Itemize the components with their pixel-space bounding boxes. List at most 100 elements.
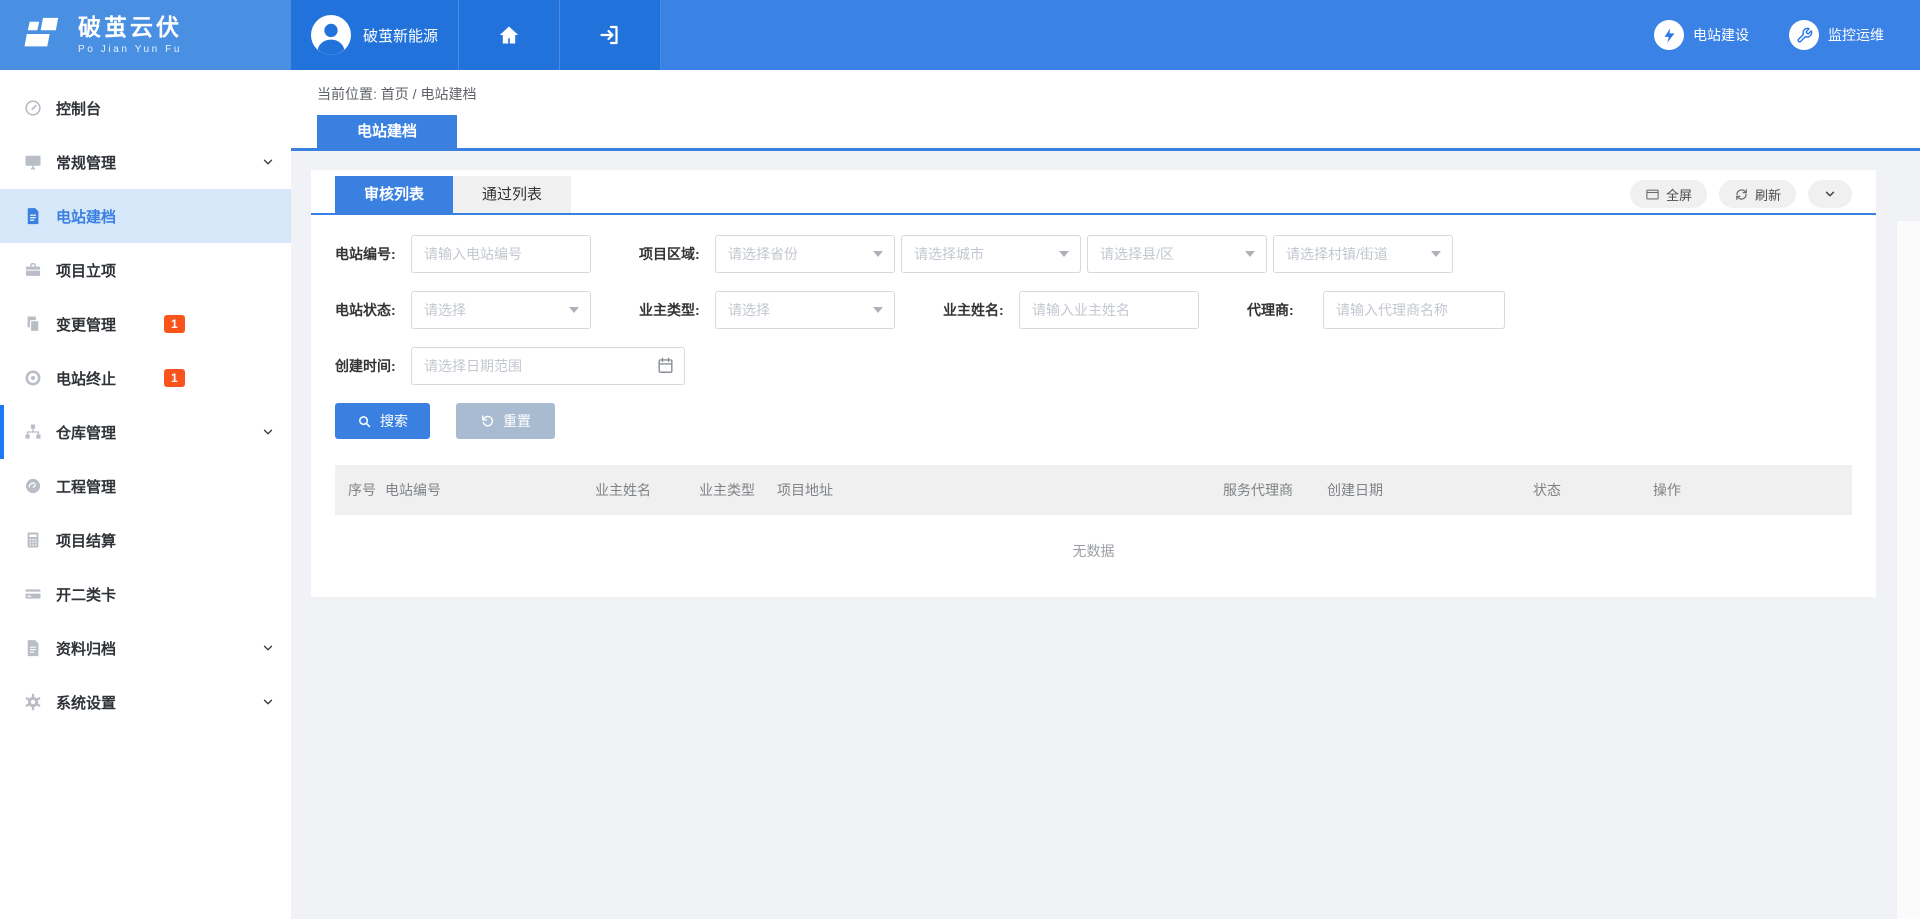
col-seq: 序号 <box>335 465 379 515</box>
refresh-button[interactable]: 刷新 <box>1719 180 1796 208</box>
results-table-wrap: 序号 电站编号 业主姓名 业主类型 项目地址 服务代理商 创建日期 状态 操作 <box>335 465 1852 597</box>
nav-monitor-ops-label: 监控运维 <box>1828 25 1884 45</box>
app-root: 破茧云伏 Po Jian Yun Fu 破茧新能源 <box>0 0 1920 919</box>
owner-type-select[interactable]: 请选择 <box>715 291 895 329</box>
collapse-toggle-button[interactable] <box>1808 180 1852 208</box>
field-agent: 代理商: <box>1247 291 1505 329</box>
user-menu[interactable]: 破茧新能源 <box>291 0 459 70</box>
sidebar-item-open-class2-card[interactable]: 开二类卡 <box>0 567 291 621</box>
owner-name-input[interactable] <box>1019 291 1199 329</box>
sitemap-icon <box>23 422 43 442</box>
panel-tools: 全屏 刷新 <box>1630 180 1852 208</box>
breadcrumb-home-link[interactable]: 首页 <box>381 86 409 102</box>
chevron-down-icon <box>1823 187 1837 201</box>
card-icon <box>23 584 43 604</box>
sidebar-item-warehouse-mgmt[interactable]: 仓库管理 <box>0 405 291 459</box>
station-no-input[interactable] <box>411 235 591 273</box>
layout: 控制台 常规管理 <box>0 70 1920 919</box>
col-owner-name: 业主姓名 <box>589 465 693 515</box>
town-select[interactable]: 请选择村镇/街道 <box>1273 235 1453 273</box>
field-station-no: 电站编号: <box>335 235 591 273</box>
status-badge: 1 <box>164 315 185 333</box>
chevron-down-icon <box>261 641 275 655</box>
table-header: 序号 电站编号 业主姓名 业主类型 项目地址 服务代理商 创建日期 状态 操作 <box>335 465 1852 515</box>
sign-in-icon <box>598 23 622 47</box>
sidebar-item-general-mgmt[interactable]: 常规管理 <box>0 135 291 189</box>
filter-actions: 搜索 重置 <box>335 403 1852 439</box>
nav-station-build[interactable]: 电站建设 <box>1654 20 1749 50</box>
nav-station-build-label: 电站建设 <box>1693 25 1749 45</box>
sidebar-item-project-settlement[interactable]: 项目结算 <box>0 513 291 567</box>
city-select[interactable]: 请选择城市 <box>901 235 1081 273</box>
page-tab-station-filing[interactable]: 电站建档 <box>317 115 457 148</box>
breadcrumb: 当前位置: 首页 / 电站建档 <box>291 84 1920 115</box>
col-station-no: 电站编号 <box>379 465 589 515</box>
sidebar-item-station-filing[interactable]: 电站建档 <box>0 189 291 243</box>
content: 审核列表 通过列表 全屏 <box>291 151 1920 597</box>
county-select[interactable]: 请选择县/区 <box>1087 235 1267 273</box>
reset-icon <box>480 414 495 429</box>
scrollbar-track[interactable] <box>1896 221 1920 919</box>
calculator-icon <box>23 530 43 550</box>
panel-card: 审核列表 通过列表 全屏 <box>311 170 1876 597</box>
caret-down-icon <box>1431 251 1441 257</box>
field-station-status: 电站状态: 请选择 <box>335 291 591 329</box>
monitor-icon <box>23 152 43 172</box>
province-select[interactable]: 请选择省份 <box>715 235 895 273</box>
sidebar-item-station-termination[interactable]: 电站终止 1 <box>0 351 291 405</box>
results-table: 序号 电站编号 业主姓名 业主类型 项目地址 服务代理商 创建日期 状态 操作 <box>335 465 1852 591</box>
lightning-icon <box>1654 20 1684 50</box>
caret-down-icon <box>873 251 883 257</box>
company-name: 破茧新能源 <box>363 25 438 46</box>
sidebar-item-data-archive[interactable]: 资料归档 <box>0 621 291 675</box>
col-created-date: 创建日期 <box>1321 465 1527 515</box>
fullscreen-icon <box>1645 187 1660 202</box>
col-service-agent: 服务代理商 <box>1217 465 1321 515</box>
gear-icon <box>23 692 43 712</box>
chevron-down-icon <box>261 155 275 169</box>
date-range-picker[interactable] <box>411 347 685 385</box>
col-status: 状态 <box>1527 465 1647 515</box>
field-created-time: 创建时间: <box>335 347 685 385</box>
sidebar: 控制台 常规管理 <box>0 70 291 919</box>
sign-in-button[interactable] <box>560 0 661 70</box>
wrench-icon <box>1789 20 1819 50</box>
brand-logo: 破茧云伏 Po Jian Yun Fu <box>0 0 291 70</box>
sidebar-item-system-settings[interactable]: 系统设置 <box>0 675 291 729</box>
tab-passed-list[interactable]: 通过列表 <box>453 176 571 213</box>
home-icon <box>497 23 521 47</box>
owner-type-label: 业主类型: <box>639 300 715 320</box>
tab-review-list[interactable]: 审核列表 <box>335 176 453 213</box>
brand-subtitle: Po Jian Yun Fu <box>78 44 182 55</box>
caret-down-icon <box>873 307 883 313</box>
sidebar-item-console[interactable]: 控制台 <box>0 81 291 135</box>
topbar: 当前位置: 首页 / 电站建档 电站建档 <box>291 70 1920 151</box>
search-button[interactable]: 搜索 <box>335 403 430 439</box>
reset-button[interactable]: 重置 <box>456 403 555 439</box>
gauge-icon <box>23 476 43 496</box>
filter-row-2: 电站状态: 请选择 业主类型: 请选择 <box>335 291 1852 329</box>
file-text-icon <box>23 206 43 226</box>
date-range-input[interactable] <box>411 347 685 385</box>
fullscreen-button[interactable]: 全屏 <box>1630 180 1707 208</box>
caret-down-icon <box>1245 251 1255 257</box>
brand-name: 破茧云伏 <box>78 15 182 40</box>
sidebar-item-project-initiation[interactable]: 项目立项 <box>0 243 291 297</box>
breadcrumb-current-link[interactable]: 电站建档 <box>420 86 476 102</box>
agent-input[interactable] <box>1323 291 1505 329</box>
search-icon <box>357 414 372 429</box>
header-right-nav: 电站建设 监控运维 <box>661 0 1920 70</box>
home-button[interactable] <box>459 0 560 70</box>
caret-down-icon <box>1059 251 1069 257</box>
field-owner-name: 业主姓名: <box>943 291 1199 329</box>
disc-icon <box>23 368 43 388</box>
sidebar-item-engineering-mgmt[interactable]: 工程管理 <box>0 459 291 513</box>
station-status-select[interactable]: 请选择 <box>411 291 591 329</box>
app-header: 破茧云伏 Po Jian Yun Fu 破茧新能源 <box>0 0 1920 70</box>
nav-monitor-ops[interactable]: 监控运维 <box>1789 20 1884 50</box>
panel-tabs-row: 审核列表 通过列表 全屏 <box>311 170 1876 215</box>
sidebar-item-change-mgmt[interactable]: 变更管理 1 <box>0 297 291 351</box>
archive-icon <box>23 638 43 658</box>
chevron-down-icon <box>261 425 275 439</box>
breadcrumb-prefix: 当前位置: <box>317 86 377 102</box>
